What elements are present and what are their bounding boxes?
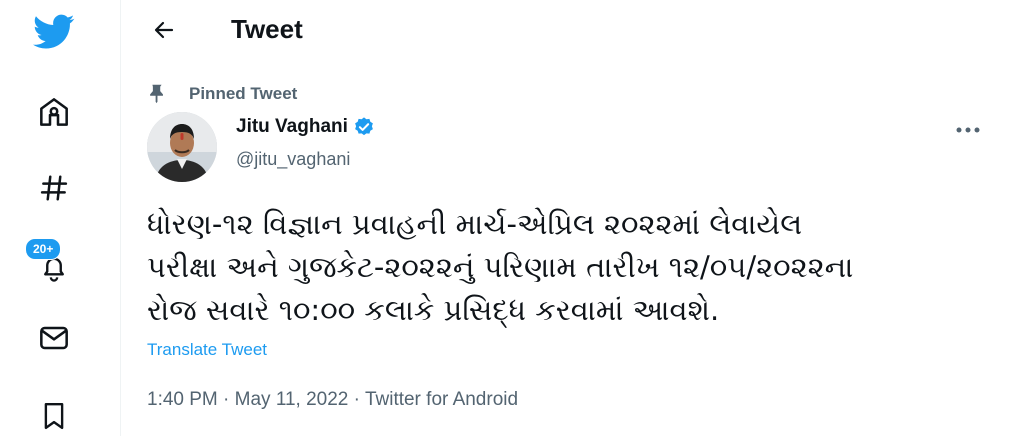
nav-explore-button[interactable]	[22, 156, 86, 220]
meta-separator: ·	[217, 389, 235, 410]
page-title: Tweet	[231, 14, 303, 44]
avatar[interactable]	[147, 112, 217, 182]
home-icon	[40, 98, 68, 126]
mail-icon	[40, 326, 68, 350]
back-button[interactable]	[144, 10, 184, 50]
tweet-time[interactable]: 1:40 PM	[147, 389, 218, 410]
pinned-label: Pinned Tweet	[189, 84, 298, 103]
twitter-logo-button[interactable]	[22, 0, 86, 64]
more-options-button[interactable]	[948, 112, 988, 148]
author-name: Jitu Vaghani	[236, 116, 348, 137]
nav-home-button[interactable]	[22, 80, 86, 144]
author-handle[interactable]: @jitu_vaghani	[236, 149, 350, 170]
nav-bookmarks-button[interactable]	[22, 384, 86, 448]
twitter-bird-icon	[33, 14, 75, 49]
page-header: Tweet	[122, 0, 1024, 62]
translate-tweet-link[interactable]: Translate Tweet	[147, 340, 267, 360]
sidebar-nav: 20+	[0, 0, 121, 436]
pin-icon	[150, 84, 163, 104]
tweet-metadata: 1:40 PM · May 11, 2022 · Twitter for And…	[147, 389, 518, 411]
hashtag-icon	[40, 175, 68, 201]
profile-photo-icon	[147, 112, 217, 182]
tweet-date[interactable]: May 11, 2022	[235, 389, 349, 410]
tweet-text: ધોરણ-૧૨ વિજ્ઞાન પ્રવાહની માર્ચ-એપ્રિલ ૨૦…	[147, 207, 854, 327]
bookmark-icon	[44, 402, 64, 430]
tweet-detail-column: Tweet Pinned Tweet Jitu Vaghani @jitu_va…	[122, 0, 1024, 436]
tweet-source[interactable]: Twitter for Android	[365, 389, 518, 410]
meta-separator: ·	[348, 389, 365, 410]
author-name-row[interactable]: Jitu Vaghani	[236, 116, 375, 138]
notifications-count-badge: 20+	[25, 238, 62, 260]
arrow-left-icon	[154, 21, 174, 39]
verified-badge-icon	[355, 117, 373, 136]
nav-messages-button[interactable]	[22, 306, 86, 370]
more-horizontal-icon	[956, 127, 980, 133]
